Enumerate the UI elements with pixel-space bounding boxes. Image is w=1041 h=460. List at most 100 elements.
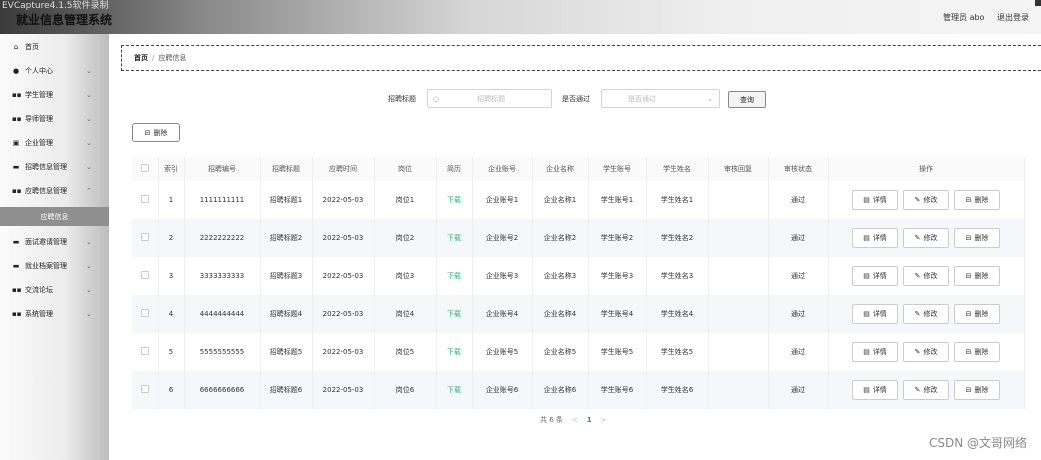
trash-icon: ⊟ (965, 386, 972, 394)
sidebar-item-application-info[interactable]: ▪▪ 应聘信息管理 ⌃ (0, 181, 109, 200)
doc-icon: ▤ (863, 310, 870, 318)
status-filter-select[interactable]: 是否通过 ⌄ (601, 89, 720, 108)
edit-button[interactable]: ✎ 修改 (903, 266, 949, 286)
cell-resume[interactable]: 下载 (436, 333, 473, 371)
cell-time: 2022-05-03 (312, 333, 375, 371)
trash-icon: ⊟ (965, 272, 972, 280)
cell-status: 通过 (768, 257, 829, 295)
cell-stu-name: 学生姓名5 (646, 333, 709, 371)
table-row: 5 5555555555 招聘标题5 2022-05-03 岗位5 下载 企业账号5 企业名称… (132, 333, 1025, 371)
breadcrumb-home[interactable]: 首页 (134, 53, 148, 63)
delete-button-label: 删除 (974, 386, 989, 394)
prev-page-button[interactable]: < (572, 416, 578, 424)
cell-resume[interactable]: 下载 (436, 371, 473, 409)
sidebar-item-system[interactable]: ▪▪ 系统管理 ⌄ (0, 304, 109, 323)
row-select-cell[interactable] (132, 333, 159, 371)
detail-button[interactable]: ▤ 详情 (852, 380, 898, 400)
row-select-cell[interactable] (132, 295, 159, 333)
row-select-cell[interactable] (132, 371, 159, 409)
title-search-label: 招聘标题 (388, 95, 416, 103)
row-select-cell[interactable] (132, 181, 159, 219)
row-actions: ▤ 详情 ✎ 修改 ⊟ 删除 (828, 219, 1025, 257)
row-select-cell[interactable] (132, 219, 159, 257)
cell-ent-name: 企业名称4 (532, 295, 589, 333)
table-header-row: 索引 招聘编号 招聘标题 应聘时间 岗位 简历 企业账号 企业名称 学生账号 学… (132, 157, 1025, 181)
col-header: 学生账号 (588, 157, 647, 181)
logout-link[interactable]: 退出登录 (997, 13, 1029, 22)
home-icon: ⌂ (13, 42, 19, 51)
row-select-cell[interactable] (132, 257, 159, 295)
sidebar-subitem-application[interactable]: 应聘信息 (0, 207, 109, 226)
cell-status: 通过 (768, 333, 829, 371)
cell-post: 岗位1 (374, 181, 437, 219)
cell-title: 招聘标题5 (260, 333, 313, 371)
grid-icon: ▪▪ (12, 186, 22, 195)
cell-index: 1 (158, 181, 185, 219)
cell-time: 2022-05-03 (312, 219, 375, 257)
chevron-down-icon: ⌄ (86, 114, 92, 123)
sidebar-item-personal[interactable]: ● 个人中心 ⌄ (0, 61, 109, 80)
detail-button[interactable]: ▤ 详情 (852, 266, 898, 286)
sidebar-item-recruit-info[interactable]: ▬ 招聘信息管理 ⌄ (0, 157, 109, 176)
detail-button[interactable]: ▤ 详情 (852, 342, 898, 362)
cell-resume[interactable]: 下载 (436, 257, 473, 295)
delete-button-label: 删除 (974, 272, 989, 280)
col-header: 企业账号 (472, 157, 533, 181)
delete-button[interactable]: ⊟ 删除 (954, 380, 1000, 400)
title-search-input[interactable]: ○ 招聘标题 (427, 89, 552, 108)
cell-time: 2022-05-03 (312, 371, 375, 409)
detail-button-label: 详情 (872, 272, 887, 280)
delete-button[interactable]: ⊟ 删除 (954, 266, 1000, 286)
edit-button-label: 修改 (923, 348, 938, 356)
sidebar-item-label: 面试邀请管理 (25, 237, 67, 246)
sidebar-item-home[interactable]: ⌂ 首页 (0, 37, 109, 56)
chevron-down-icon: ⌄ (86, 66, 92, 75)
cell-stu-acc: 学生账号1 (588, 181, 647, 219)
edit-button[interactable]: ✎ 修改 (903, 342, 949, 362)
row-checkbox[interactable] (140, 195, 149, 203)
delete-button[interactable]: ⊟ 删除 (954, 190, 1000, 210)
row-checkbox[interactable] (140, 309, 149, 317)
sidebar-item-forum[interactable]: ▪▪ 交流论坛 ⌄ (0, 280, 109, 299)
detail-button[interactable]: ▤ 详情 (852, 304, 898, 324)
cell-post: 岗位6 (374, 371, 437, 409)
cell-ent-acc: 企业账号6 (472, 371, 533, 409)
cell-post: 岗位4 (374, 295, 437, 333)
row-checkbox[interactable] (140, 233, 149, 241)
edit-button[interactable]: ✎ 修改 (903, 304, 949, 324)
col-header: 审核回复 (708, 157, 769, 181)
edit-button[interactable]: ✎ 修改 (903, 228, 949, 248)
sidebar-item-label: 首页 (25, 42, 39, 51)
row-checkbox[interactable] (140, 385, 149, 393)
query-button[interactable]: 查询 (728, 91, 766, 108)
row-checkbox[interactable] (140, 271, 149, 279)
cell-stu-acc: 学生账号5 (588, 333, 647, 371)
detail-button[interactable]: ▤ 详情 (852, 190, 898, 210)
delete-button[interactable]: ⊟ 删除 (954, 228, 1000, 248)
col-header: 企业名称 (532, 157, 589, 181)
select-all-header[interactable] (132, 157, 159, 181)
cell-resume[interactable]: 下载 (436, 181, 473, 219)
sidebar-item-tutors[interactable]: ▪▪ 导师管理 ⌄ (0, 109, 109, 128)
cell-post: 岗位5 (374, 333, 437, 371)
select-all-checkbox[interactable] (140, 164, 149, 172)
delete-button[interactable]: ⊟ 删除 (954, 304, 1000, 324)
page-number-button[interactable]: 1 (587, 416, 592, 424)
chevron-down-icon: ⌄ (86, 162, 92, 171)
sidebar-item-employment-records[interactable]: ▬ 就业档案管理 ⌄ (0, 256, 109, 275)
cell-index: 3 (158, 257, 185, 295)
detail-button[interactable]: ▤ 详情 (852, 228, 898, 248)
next-page-button[interactable]: > (601, 416, 607, 424)
sidebar-item-interview[interactable]: ▬ 面试邀请管理 ⌄ (0, 232, 109, 251)
sidebar-item-enterprise[interactable]: ▣ 企业管理 ⌄ (0, 133, 109, 152)
batch-delete-button[interactable]: ⊟ 删除 (132, 123, 180, 142)
edit-button[interactable]: ✎ 修改 (903, 190, 949, 210)
delete-button[interactable]: ⊟ 删除 (954, 342, 1000, 362)
cell-resume[interactable]: 下载 (436, 295, 473, 333)
row-checkbox[interactable] (140, 347, 149, 355)
cell-ent-name: 企业名称5 (532, 333, 589, 371)
edit-button[interactable]: ✎ 修改 (903, 380, 949, 400)
watermark: CSDN @文哥网络 (928, 436, 1027, 450)
cell-resume[interactable]: 下载 (436, 219, 473, 257)
col-header: 索引 (158, 157, 185, 181)
